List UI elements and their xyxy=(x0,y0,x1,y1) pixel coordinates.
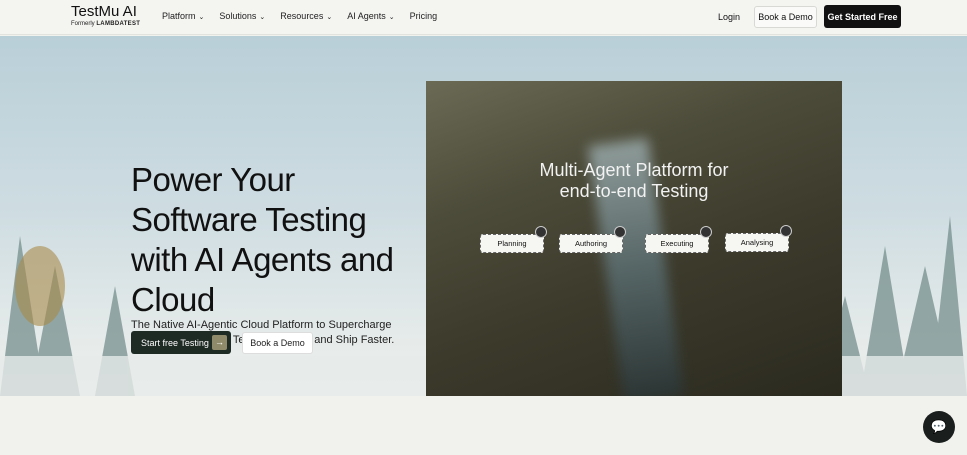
stage-analysing: Analysing xyxy=(725,225,792,252)
nav-platform[interactable]: Platform ⌄ xyxy=(162,11,204,21)
book-demo-button[interactable]: Book a Demo xyxy=(754,6,817,28)
chevron-down-icon: ⌄ xyxy=(326,14,333,21)
arrow-right-icon: → xyxy=(212,335,227,350)
bot-icon xyxy=(700,226,712,238)
chevron-down-icon: ⌄ xyxy=(388,14,395,21)
stage-authoring: Authoring xyxy=(559,226,626,253)
brand-name: TestMu AI xyxy=(71,3,137,20)
top-nav: TestMu AI Formerly LAMBDATEST Platform ⌄ … xyxy=(0,0,967,35)
nav-ai-agents[interactable]: AI Agents ⌄ xyxy=(347,11,394,21)
chat-icon: 💬 xyxy=(930,419,948,434)
chevron-down-icon: ⌄ xyxy=(198,14,205,21)
hero-title: Power Your Software Testing with AI Agen… xyxy=(131,161,394,318)
bot-icon xyxy=(614,226,626,238)
hero-media: Multi-Agent Platform for end-to-end Testi… xyxy=(426,81,842,396)
nav-solutions[interactable]: Solutions ⌄ xyxy=(219,11,265,21)
bot-icon xyxy=(535,226,547,238)
start-free-testing-button[interactable]: Start free Testing → xyxy=(131,331,231,354)
formerly-brand: LAMBDATEST xyxy=(96,21,141,27)
logo[interactable]: TestMu AI Formerly LAMBDATEST xyxy=(71,3,140,27)
nav-resources[interactable]: Resources ⌄ xyxy=(280,11,332,21)
nav-pricing[interactable]: Pricing xyxy=(410,11,438,21)
chevron-down-icon: ⌄ xyxy=(259,14,266,21)
bot-icon xyxy=(780,225,792,237)
get-started-button[interactable]: Get Started Free xyxy=(824,5,901,28)
login-link[interactable]: Login xyxy=(718,12,740,22)
stage-executing: Executing xyxy=(645,226,712,253)
stage-planning: Planning xyxy=(480,226,547,253)
book-demo-hero-button[interactable]: Book a Demo xyxy=(242,332,313,354)
media-title: Multi-Agent Platform for end-to-end Testi… xyxy=(539,160,729,201)
chat-button[interactable]: 💬 xyxy=(923,411,955,443)
formerly-label: Formerly xyxy=(71,21,95,27)
